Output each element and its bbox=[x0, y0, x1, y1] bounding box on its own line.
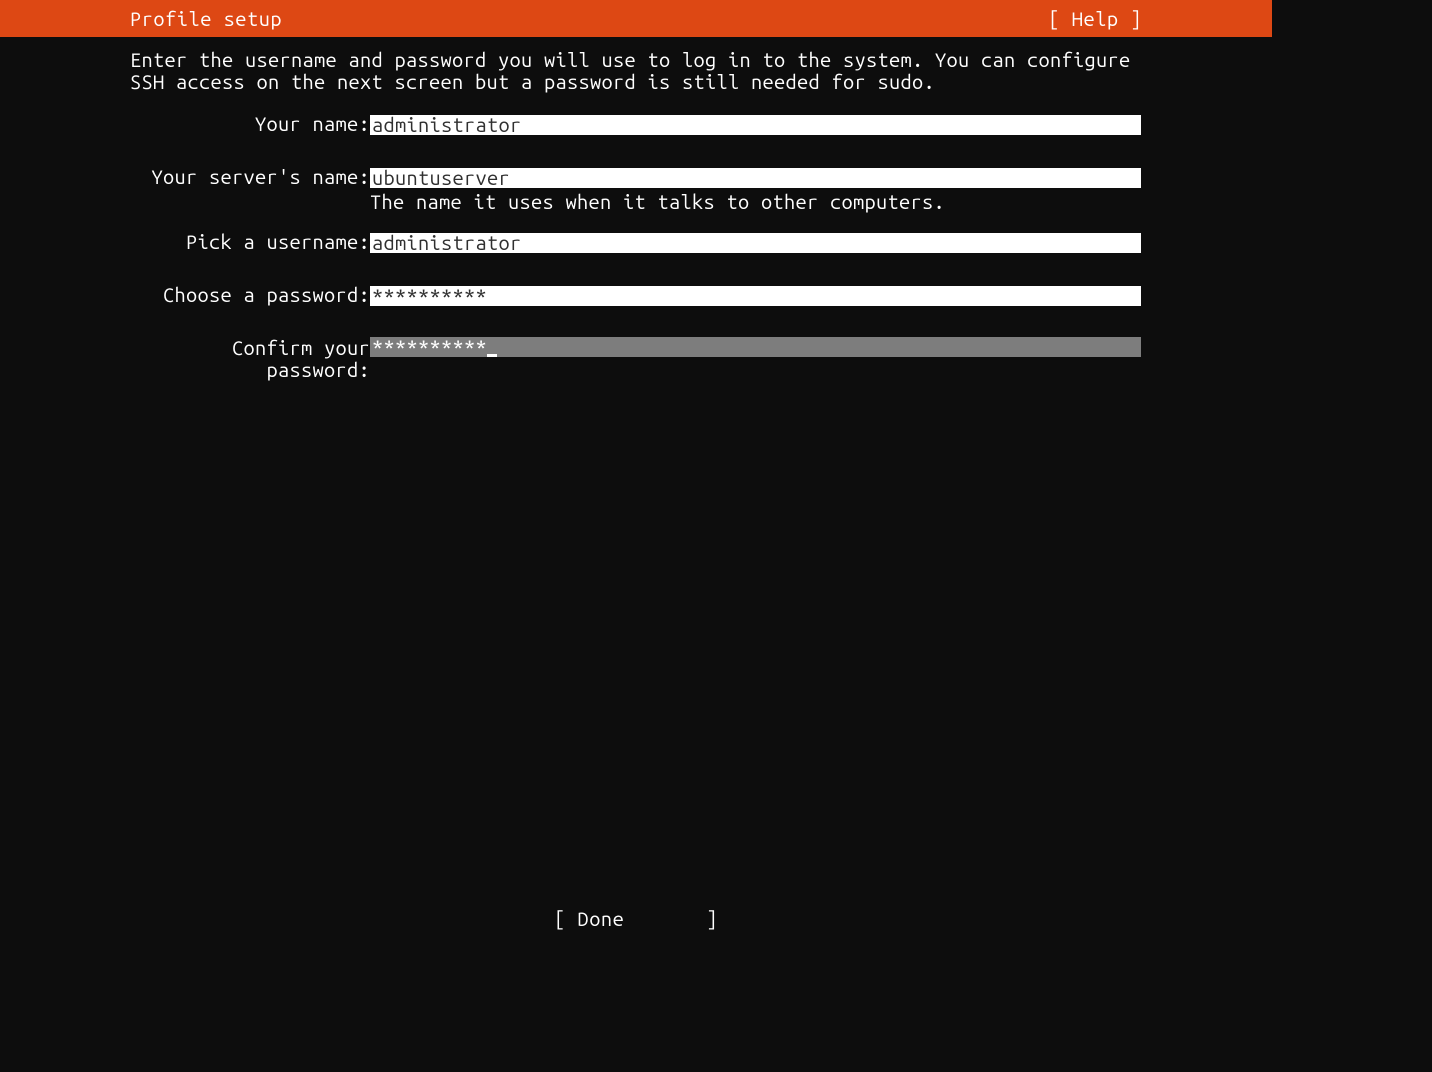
input-server-name[interactable] bbox=[370, 168, 1141, 188]
input-confirm-password[interactable]: ********** bbox=[370, 337, 1141, 357]
installer-screen: Profile setup [ Help ] Enter the usernam… bbox=[0, 0, 1272, 954]
content-area: Enter the username and password you will… bbox=[0, 37, 1272, 381]
footer-bar: [ Done ] bbox=[0, 907, 1272, 930]
field-col-confirm-password: ********** bbox=[370, 337, 1142, 357]
label-server-name: Your server's name: bbox=[130, 166, 370, 188]
input-username[interactable] bbox=[370, 233, 1141, 253]
row-your-name: Your name: bbox=[130, 113, 1142, 136]
hint-server-name: The name it uses when it talks to other … bbox=[370, 191, 1142, 213]
label-your-name: Your name: bbox=[130, 113, 370, 135]
field-col-username bbox=[370, 231, 1142, 254]
input-confirm-value: ********** bbox=[372, 335, 487, 358]
row-server-name: Your server's name: The name it uses whe… bbox=[130, 166, 1142, 213]
input-password[interactable] bbox=[370, 286, 1141, 306]
input-your-name[interactable] bbox=[370, 115, 1141, 135]
row-username: Pick a username: bbox=[130, 231, 1142, 254]
field-col-server-name: The name it uses when it talks to other … bbox=[370, 166, 1142, 213]
help-button[interactable]: [ Help ] bbox=[1048, 7, 1142, 30]
description-text: Enter the username and password you will… bbox=[130, 49, 1142, 93]
header-bar: Profile setup [ Help ] bbox=[0, 0, 1272, 37]
field-col-password bbox=[370, 284, 1142, 307]
page-title: Profile setup bbox=[130, 7, 282, 30]
label-password: Choose a password: bbox=[130, 284, 370, 306]
cursor-icon bbox=[487, 354, 497, 357]
label-username: Pick a username: bbox=[130, 231, 370, 253]
row-confirm-password: Confirm your password: ********** bbox=[130, 337, 1142, 381]
label-confirm-password: Confirm your password: bbox=[130, 337, 370, 381]
field-col-your-name bbox=[370, 113, 1142, 136]
row-password: Choose a password: bbox=[130, 284, 1142, 307]
done-button[interactable]: [ Done ] bbox=[554, 907, 718, 930]
